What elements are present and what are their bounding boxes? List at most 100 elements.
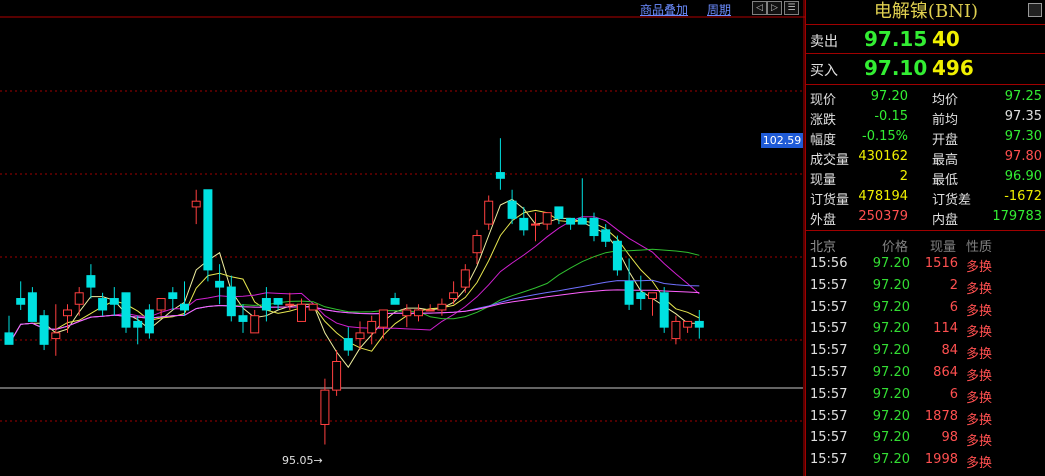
tick-price: 97.20 (872, 299, 910, 315)
tick-time: 15:57 (810, 452, 848, 468)
tick-time: 15:57 (810, 386, 848, 402)
candle-body (566, 217, 576, 225)
candle-body (297, 303, 306, 322)
tick-price: 97.20 (872, 364, 910, 380)
stat-label: 订货量 (810, 193, 850, 208)
instrument-name: 电解镍(BNI) (873, 1, 979, 22)
candle-body (390, 298, 400, 305)
buy-price: 97.10 (864, 56, 928, 80)
tick-volume: 84 (941, 343, 958, 359)
candle-body (437, 303, 447, 311)
tick-row[interactable]: 15:57 97.20 98 多换 (806, 427, 1045, 449)
tick-header: 北京 价格 现量 性质 (806, 233, 1045, 255)
tick-price: 97.20 (872, 430, 910, 446)
stat-value: 97.30 (1004, 129, 1042, 144)
tick-row[interactable]: 15:57 97.20 84 多换 (806, 340, 1045, 362)
stat-label: 最低 (932, 173, 959, 188)
candle-body (683, 320, 693, 328)
tick-nature: 多换 (966, 303, 993, 319)
candle-body (320, 389, 330, 425)
menu-icon[interactable]: ☰ (784, 1, 799, 15)
tick-row[interactable]: 15:57 97.20 6 多换 (806, 297, 1045, 319)
close-icon[interactable] (1028, 3, 1042, 17)
candle-body (659, 292, 669, 328)
candle-body (144, 309, 154, 334)
candle-body (109, 298, 119, 305)
stat-label: 现价 (810, 93, 837, 108)
candle-body (519, 217, 529, 231)
stat-label: 幅度 (810, 133, 837, 148)
candlestick-chart[interactable] (0, 0, 805, 476)
stat-value: 250379 (858, 209, 908, 224)
scroll-left-icon[interactable]: ◁ (752, 1, 767, 15)
tick-volume: 1878 (924, 408, 958, 424)
tick-nature: 多换 (966, 412, 993, 428)
stat-value: -1672 (1004, 189, 1042, 204)
stat-label: 成交量 (810, 153, 850, 168)
scroll-right-icon[interactable]: ▷ (767, 1, 782, 15)
candle-body (484, 200, 494, 225)
candle-body (460, 269, 470, 288)
stat-value: -0.15 (874, 109, 908, 124)
tick-price: 97.20 (872, 321, 910, 337)
candle-body (203, 189, 213, 271)
stat-value: 96.90 (1004, 169, 1042, 184)
candle-body (180, 303, 189, 311)
tick-nature: 多换 (966, 281, 993, 297)
low-price-label: 95.05→ (282, 454, 323, 467)
tick-nature: 多换 (966, 368, 993, 384)
stat-value: -0.15% (862, 129, 908, 144)
tick-time: 15:57 (810, 364, 848, 380)
tick-nature: 多换 (966, 456, 993, 472)
stat-row: 涨跌 -0.15 前均 97.35 (806, 107, 1045, 128)
stat-label: 开盘 (932, 133, 959, 148)
tick-time: 15:57 (810, 299, 848, 315)
tick-list[interactable]: 15:56 97.20 1516 多换 15:57 97.20 2 多换 15:57 97.20 6… (806, 253, 1045, 471)
candle-body (156, 298, 166, 311)
candle-body (332, 361, 342, 391)
tick-row[interactable]: 15:57 97.20 2 多换 (806, 275, 1045, 297)
candle-body (589, 217, 599, 237)
buy-quote-row: 买入 97.10 496 (806, 54, 1045, 85)
candle-body (449, 292, 459, 300)
tick-nature: 多换 (966, 434, 993, 450)
stat-label: 均价 (932, 93, 959, 108)
quote-panel: 电解镍(BNI) 卖出 97.15 40 买入 97.10 496 现价 97.2… (805, 0, 1045, 476)
candle-body (121, 292, 131, 328)
tick-price: 97.20 (872, 408, 910, 424)
tick-row[interactable]: 15:57 97.20 6 多换 (806, 384, 1045, 406)
candle-body (624, 280, 634, 305)
candle-body (414, 309, 423, 317)
tick-nature: 多换 (966, 347, 993, 363)
candle-body (39, 315, 49, 345)
candle-body (98, 298, 108, 311)
tick-row[interactable]: 15:57 97.20 864 多换 (806, 362, 1045, 384)
candle-body (215, 280, 225, 288)
candle-body (554, 206, 564, 219)
tick-row[interactable]: 15:57 97.20 114 多换 (806, 318, 1045, 340)
tick-price: 97.20 (872, 452, 910, 468)
tick-volume: 2 (949, 277, 958, 293)
tick-nature: 多换 (966, 325, 993, 341)
stat-row: 现价 97.20 均价 97.25 (806, 87, 1045, 108)
chart-canvas[interactable] (0, 0, 805, 476)
stat-row: 订货量 478194 订货差 -1672 (806, 187, 1045, 208)
candle-body (402, 309, 412, 317)
tick-row[interactable]: 15:57 97.20 1998 多换 (806, 449, 1045, 471)
period-link[interactable]: 周期 (707, 1, 731, 18)
panel-title: 电解镍(BNI) (806, 0, 1045, 25)
candle-body (285, 303, 295, 306)
tick-row[interactable]: 15:56 97.20 1516 多换 (806, 253, 1045, 275)
overlay-link[interactable]: 商品叠加 (640, 1, 688, 18)
candle-body (133, 320, 143, 328)
stat-label: 前均 (932, 113, 959, 128)
stat-label: 外盘 (810, 213, 837, 228)
stat-label: 内盘 (932, 213, 959, 228)
sell-price: 97.15 (864, 27, 928, 51)
tick-volume: 1998 (924, 452, 958, 468)
candle-body (694, 320, 704, 328)
stat-value: 97.35 (1004, 109, 1042, 124)
candle-body (51, 332, 61, 340)
candle-body (168, 292, 178, 300)
tick-row[interactable]: 15:57 97.20 1878 多换 (806, 406, 1045, 428)
